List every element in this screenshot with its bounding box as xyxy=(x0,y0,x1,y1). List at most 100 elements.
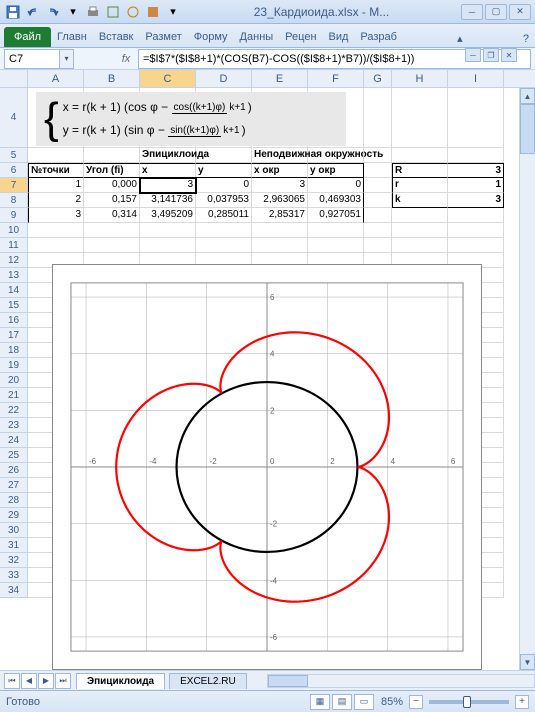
row-header-26[interactable]: 26 xyxy=(0,463,28,478)
row-header-6[interactable]: 6 xyxy=(0,163,28,178)
close-button[interactable]: ✕ xyxy=(509,4,531,20)
row-header-10[interactable]: 10 xyxy=(0,223,28,238)
row-header-14[interactable]: 14 xyxy=(0,283,28,298)
row-header-31[interactable]: 31 xyxy=(0,538,28,553)
cell[interactable]: 3 xyxy=(252,178,308,193)
cell[interactable] xyxy=(448,223,504,238)
print-preview-icon[interactable] xyxy=(84,3,102,21)
qat-icon-8[interactable] xyxy=(144,3,162,21)
cell[interactable] xyxy=(364,178,392,193)
sheet-tab-other[interactable]: EXCEL2.RU xyxy=(169,673,247,689)
col-header-I[interactable]: I xyxy=(448,70,504,87)
tab-developer[interactable]: Разраб xyxy=(354,27,403,47)
tab-formulas[interactable]: Форму xyxy=(188,27,234,47)
view-pagebreak-button[interactable]: ▭ xyxy=(354,694,374,710)
scroll-thumb[interactable] xyxy=(520,104,535,154)
cell[interactable] xyxy=(28,238,84,253)
cell[interactable] xyxy=(252,223,308,238)
row-header-20[interactable]: 20 xyxy=(0,373,28,388)
row-header-34[interactable]: 34 xyxy=(0,583,28,598)
row-header-21[interactable]: 21 xyxy=(0,388,28,403)
cell-header[interactable]: №точки xyxy=(28,163,84,178)
name-box[interactable]: C7 xyxy=(4,49,60,69)
sheet-nav-last-button[interactable]: ⏭ xyxy=(55,673,71,689)
cell[interactable]: 3,141736 xyxy=(140,193,196,208)
row-header-33[interactable]: 33 xyxy=(0,568,28,583)
cell[interactable] xyxy=(448,208,504,223)
row-header-9[interactable]: 9 xyxy=(0,208,28,223)
row-header-7[interactable]: 7 xyxy=(0,178,28,193)
cell[interactable]: 3 xyxy=(448,193,504,208)
cell[interactable]: 2,963065 xyxy=(252,193,308,208)
cell[interactable]: 0,000 xyxy=(84,178,140,193)
row-header-27[interactable]: 27 xyxy=(0,478,28,493)
cell[interactable] xyxy=(448,88,504,148)
tab-layout[interactable]: Размет xyxy=(139,27,187,47)
cell[interactable] xyxy=(140,238,196,253)
maximize-button[interactable]: ▢ xyxy=(485,4,507,20)
cell[interactable]: 1 xyxy=(448,178,504,193)
redo-icon[interactable] xyxy=(44,3,62,21)
cell[interactable]: 0,285011 xyxy=(196,208,252,223)
cell[interactable] xyxy=(364,223,392,238)
sheet-nav-prev-button[interactable]: ◀ xyxy=(21,673,37,689)
qat-icon-6[interactable] xyxy=(104,3,122,21)
row-header-12[interactable]: 12 xyxy=(0,253,28,268)
cell[interactable] xyxy=(364,88,392,148)
cell[interactable]: r xyxy=(392,178,448,193)
row-header-29[interactable]: 29 xyxy=(0,508,28,523)
cell[interactable] xyxy=(364,193,392,208)
row-header-17[interactable]: 17 xyxy=(0,328,28,343)
minimize-button[interactable]: ─ xyxy=(461,4,483,20)
ribbon-minimize-icon[interactable]: ▴ xyxy=(451,30,469,47)
col-header-F[interactable]: F xyxy=(308,70,364,87)
row-header-30[interactable]: 30 xyxy=(0,523,28,538)
cell[interactable]: 2 xyxy=(28,193,84,208)
hscroll-thumb[interactable] xyxy=(268,675,308,687)
row-header-25[interactable]: 25 xyxy=(0,448,28,463)
cell[interactable] xyxy=(392,88,448,148)
col-header-G[interactable]: G xyxy=(364,70,392,87)
cell[interactable]: 1 xyxy=(28,178,84,193)
row-header-22[interactable]: 22 xyxy=(0,403,28,418)
col-header-D[interactable]: D xyxy=(196,70,252,87)
col-header-E[interactable]: E xyxy=(252,70,308,87)
cell-header[interactable]: Эпициклоида xyxy=(140,148,196,163)
cell[interactable]: 3 xyxy=(448,163,504,178)
cell[interactable] xyxy=(392,148,448,163)
cell-header[interactable]: y окр xyxy=(308,163,364,178)
zoom-slider[interactable] xyxy=(429,700,509,704)
file-tab[interactable]: Файл xyxy=(4,27,51,47)
cell[interactable]: 0,927051 xyxy=(308,208,364,223)
sheet-tab-active[interactable]: Эпициклоида xyxy=(76,673,165,689)
cell[interactable] xyxy=(28,148,84,163)
name-box-dropdown-icon[interactable]: ▾ xyxy=(60,49,74,69)
row-header-11[interactable]: 11 xyxy=(0,238,28,253)
zoom-slider-thumb[interactable] xyxy=(463,696,471,708)
row-header-24[interactable]: 24 xyxy=(0,433,28,448)
row-header-13[interactable]: 13 xyxy=(0,268,28,283)
row-header-8[interactable]: 8 xyxy=(0,193,28,208)
cell[interactable] xyxy=(196,223,252,238)
cell-header[interactable]: y xyxy=(196,163,252,178)
mdi-close-button[interactable]: ✕ xyxy=(501,48,517,62)
cell-header[interactable]: R xyxy=(392,163,448,178)
row-header-23[interactable]: 23 xyxy=(0,418,28,433)
row-header-5[interactable]: 5 xyxy=(0,148,28,163)
cell[interactable] xyxy=(308,223,364,238)
row-header-28[interactable]: 28 xyxy=(0,493,28,508)
sheet-nav-first-button[interactable]: ⏮ xyxy=(4,673,20,689)
cell[interactable]: 0 xyxy=(196,178,252,193)
cell[interactable] xyxy=(28,223,84,238)
cell[interactable] xyxy=(140,223,196,238)
cell[interactable] xyxy=(392,238,448,253)
row-header-16[interactable]: 16 xyxy=(0,313,28,328)
cell[interactable] xyxy=(448,238,504,253)
cell[interactable]: 2,85317 xyxy=(252,208,308,223)
chart-epicycloid[interactable]: -6-4-20246-6-4-2246 xyxy=(52,264,482,670)
col-header-A[interactable]: A xyxy=(28,70,84,87)
cell[interactable] xyxy=(392,223,448,238)
col-header-C[interactable]: C xyxy=(140,70,196,87)
cell[interactable] xyxy=(364,148,392,163)
tab-insert[interactable]: Вставк xyxy=(93,27,140,47)
